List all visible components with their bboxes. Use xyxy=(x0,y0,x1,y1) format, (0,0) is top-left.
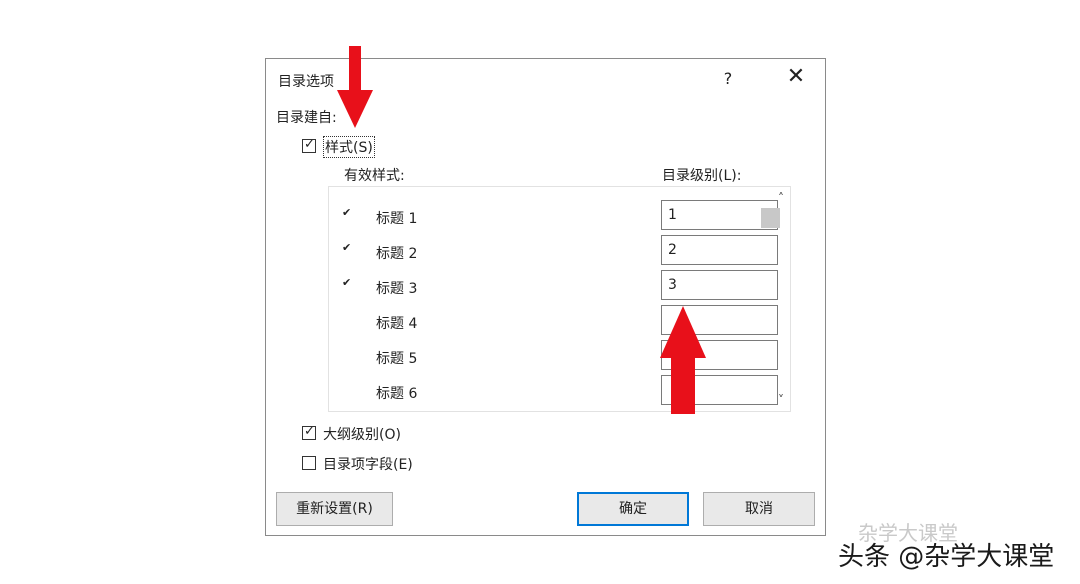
style-name: 标题 5 xyxy=(376,351,418,367)
close-button[interactable]: ✕ xyxy=(786,64,806,90)
in-use-check-icon: ✔ xyxy=(342,241,352,254)
toc-entry-fields-checkbox[interactable] xyxy=(302,456,316,470)
outline-levels-checkbox[interactable]: ✓ xyxy=(302,424,316,440)
toc-level-header: 目录级别(L): xyxy=(662,168,742,184)
style-row[interactable]: ✔ 标题 2 2 xyxy=(329,234,778,269)
style-row[interactable]: ✔ 标题 3 3 xyxy=(329,269,778,304)
cancel-button[interactable]: 取消 xyxy=(703,492,815,526)
toc-level-input[interactable]: 3 xyxy=(661,270,778,300)
reset-button[interactable]: 重新设置(R) xyxy=(276,492,393,526)
style-name: 标题 3 xyxy=(376,281,418,297)
watermark-text: 头条 @杂学大课堂 xyxy=(838,542,1055,572)
style-name: 标题 6 xyxy=(376,386,418,402)
down-arrow-annotation-icon xyxy=(337,46,373,128)
styles-listbox[interactable]: ✔ 标题 1 1 ✔ 标题 2 2 ✔ 标题 3 3 标题 4 标题 5 标题 … xyxy=(328,186,791,412)
dialog-title: 目录选项 xyxy=(278,74,334,90)
scroll-up-icon[interactable]: ˄ xyxy=(778,191,784,205)
toc-level-input[interactable]: 2 xyxy=(661,235,778,265)
check-mark-icon: ✓ xyxy=(304,137,315,152)
help-button[interactable]: ? xyxy=(721,69,735,88)
available-styles-header: 有效样式: xyxy=(344,168,405,184)
toc-entry-fields-label[interactable]: 目录项字段(E) xyxy=(323,454,413,474)
scrollbar-thumb[interactable] xyxy=(761,208,780,228)
styles-checkbox[interactable]: ✓ xyxy=(302,137,316,153)
in-use-check-icon: ✔ xyxy=(342,276,352,289)
outline-levels-label[interactable]: 大纲级别(O) xyxy=(323,424,401,444)
styles-checkbox-label[interactable]: 样式(S) xyxy=(323,136,375,158)
style-row[interactable]: ✔ 标题 1 1 xyxy=(329,199,778,234)
check-mark-icon: ✓ xyxy=(304,424,315,439)
style-name: 标题 4 xyxy=(376,316,418,332)
style-name: 标题 2 xyxy=(376,246,418,262)
up-arrow-annotation-icon xyxy=(660,306,706,414)
build-from-label: 目录建自: xyxy=(276,110,337,126)
scroll-down-icon[interactable]: ˅ xyxy=(778,393,784,407)
style-name: 标题 1 xyxy=(376,211,418,227)
ok-button[interactable]: 确定 xyxy=(577,492,689,526)
in-use-check-icon: ✔ xyxy=(342,206,352,219)
